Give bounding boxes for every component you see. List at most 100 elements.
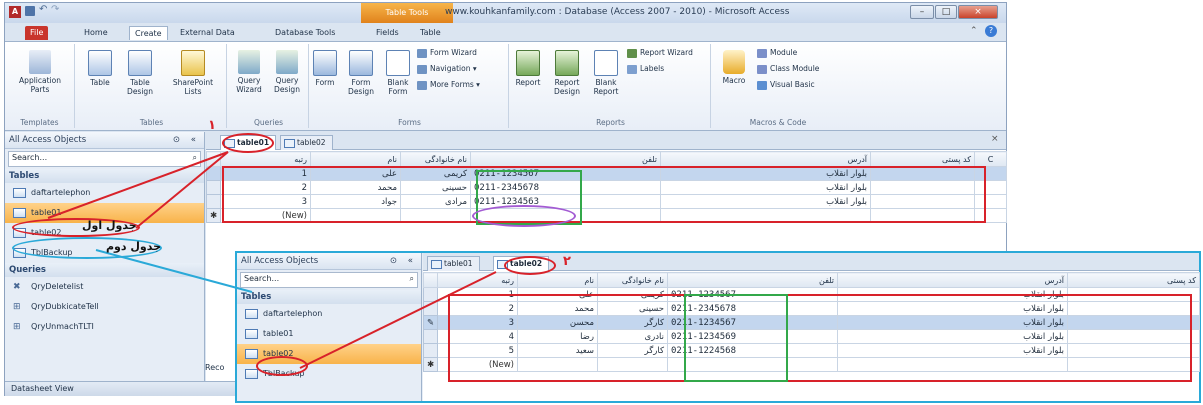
nav-item-daftartelephon[interactable]: daftartelephon — [237, 304, 421, 324]
report-button[interactable]: Report — [511, 50, 545, 87]
tab-fields[interactable]: Fields — [371, 26, 404, 40]
blank-report-button[interactable]: Blank Report — [589, 50, 623, 96]
query-design-button[interactable]: Query Design — [269, 50, 305, 94]
more-forms-button[interactable]: More Forms ▾ — [417, 78, 480, 92]
report-design-icon — [555, 50, 579, 76]
sharepoint-lists-button[interactable]: SharePoint Lists — [165, 50, 221, 96]
row-selector[interactable] — [423, 301, 438, 316]
row-selector-edit-icon[interactable]: ✎ — [423, 315, 438, 330]
close-doc-icon[interactable]: × — [991, 134, 999, 144]
column-header[interactable]: کد پستی — [1067, 272, 1200, 288]
report-icon — [516, 50, 540, 76]
row-selector[interactable] — [206, 180, 221, 195]
row-selector[interactable] — [423, 329, 438, 344]
search-icon[interactable]: ⌕ — [193, 152, 197, 164]
nav-item-qrydubkicatetell[interactable]: ⊞ QryDubkicateTell — [5, 297, 204, 317]
forms-group-label: Forms — [398, 118, 421, 127]
row-selector-header[interactable] — [206, 151, 221, 167]
search-icon[interactable]: ⌕ — [410, 273, 414, 285]
queries-section-header[interactable]: Queries — [5, 263, 204, 277]
maximize-button[interactable]: □ — [935, 5, 957, 19]
row-selector[interactable] — [206, 166, 221, 181]
group-forms: Form Form Design Blank Form Form Wizard … — [311, 44, 509, 128]
column-header[interactable]: نام خانوادگی — [400, 151, 471, 167]
nav-item-qryunmachtlti[interactable]: ⊞ QryUnmachTLTI — [5, 317, 204, 337]
ribbon: Application Parts Templates Table Table … — [5, 41, 1006, 131]
undo-icon[interactable]: ↶ — [39, 4, 47, 15]
report-design-button[interactable]: Report Design — [549, 50, 585, 96]
form-design-button[interactable]: Form Design — [343, 50, 379, 96]
nav-item-daftartelephon[interactable]: daftartelephon — [5, 183, 204, 203]
visual-basic-button[interactable]: Visual Basic — [757, 78, 815, 92]
row-selector[interactable] — [423, 343, 438, 358]
nav-search-input[interactable]: Search... ⌕ — [240, 272, 418, 288]
doc-tab-table02[interactable]: table02 — [280, 135, 333, 150]
save-icon[interactable] — [25, 6, 35, 16]
doc-tab-table01[interactable]: table01 — [427, 256, 480, 271]
tab-home[interactable]: Home — [79, 26, 113, 40]
row-selector-header[interactable] — [423, 272, 438, 288]
row-selector[interactable] — [206, 194, 221, 209]
table-design-button[interactable]: Table Design — [121, 50, 159, 96]
redo-icon[interactable]: ↷ — [51, 4, 59, 15]
labels-label: Labels — [640, 64, 665, 73]
column-header[interactable]: رتبه — [437, 272, 518, 288]
column-header[interactable]: نام — [310, 151, 401, 167]
form-design-icon — [349, 50, 373, 76]
nav-header[interactable]: All Access Objects ⊙ « — [5, 132, 204, 149]
nav-item-qrydeletelist[interactable]: ✖ QryDeletelist — [5, 277, 204, 297]
macro-button[interactable]: Macro — [717, 50, 751, 85]
form-wizard-button[interactable]: Form Wizard — [417, 46, 477, 60]
nav-item-label: QryDubkicateTell — [31, 302, 99, 311]
nav-search-placeholder: Search... — [12, 153, 48, 162]
queries-section-label: Queries — [9, 265, 46, 275]
report-wizard-button[interactable]: Report Wizard — [627, 46, 693, 60]
table-button[interactable]: Table — [85, 50, 115, 87]
column-header[interactable]: نام خانوادگی — [597, 272, 668, 288]
tab-file[interactable]: File — [25, 26, 49, 40]
tables-section-header[interactable]: Tables — [237, 290, 421, 304]
minimize-ribbon-icon[interactable]: ⌃ — [970, 26, 978, 36]
close-button[interactable]: × — [958, 5, 998, 19]
form-button[interactable]: Form — [311, 50, 339, 87]
nav-header[interactable]: All Access Objects ⊙ « — [237, 253, 421, 270]
annotation-label-table1: جدول اول — [82, 219, 137, 232]
tab-external-data[interactable]: External Data — [175, 26, 240, 40]
column-header[interactable]: آدرس — [837, 272, 1068, 288]
application-parts-button[interactable]: Application Parts — [9, 50, 71, 94]
add-column-header[interactable]: C — [974, 151, 1007, 167]
blank-form-button[interactable]: Blank Form — [383, 50, 413, 96]
nav-collapse-icon[interactable]: « — [408, 253, 413, 269]
column-header[interactable]: تلفن — [470, 151, 661, 167]
doc-tab-label: table01 — [444, 259, 473, 268]
title-bar: A ↶ ↷ Table Tools www.kouhkanfamily.com … — [5, 3, 1006, 23]
column-header[interactable]: تلفن — [667, 272, 838, 288]
column-header[interactable]: رتبه — [220, 151, 311, 167]
tab-create[interactable]: Create — [129, 26, 168, 40]
labels-button[interactable]: Labels — [627, 62, 664, 76]
minimize-button[interactable]: – — [910, 5, 934, 19]
help-icon[interactable]: ? — [985, 25, 997, 37]
class-module-button[interactable]: Class Module — [757, 62, 819, 76]
highlight-tab-table01 — [222, 133, 274, 153]
new-record-indicator[interactable]: ✱ — [206, 208, 221, 223]
nav-search-input[interactable]: Search... ⌕ — [8, 151, 201, 167]
nav-title: All Access Objects — [9, 135, 87, 145]
nav-menu-icon[interactable]: ⊙ — [173, 132, 180, 148]
query-wizard-button[interactable]: Query Wizard — [231, 50, 267, 94]
column-header[interactable]: آدرس — [660, 151, 871, 167]
row-selector[interactable] — [423, 287, 438, 302]
nav-item-table01[interactable]: table01 — [237, 324, 421, 344]
tables-section-header[interactable]: Tables — [5, 169, 204, 183]
tab-database-tools[interactable]: Database Tools — [270, 26, 340, 40]
report-design-label: Report Design — [554, 78, 580, 96]
query-wizard-label: Query Wizard — [236, 76, 262, 94]
query-design-icon — [276, 50, 298, 74]
tab-table[interactable]: Table — [415, 26, 446, 40]
nav-menu-icon[interactable]: ⊙ — [390, 253, 397, 269]
module-button[interactable]: Module — [757, 46, 797, 60]
nav-collapse-icon[interactable]: « — [191, 132, 196, 148]
column-header[interactable]: کد پستی — [870, 151, 975, 167]
navigation-button[interactable]: Navigation ▾ — [417, 62, 477, 76]
new-record-indicator[interactable]: ✱ — [423, 357, 438, 372]
